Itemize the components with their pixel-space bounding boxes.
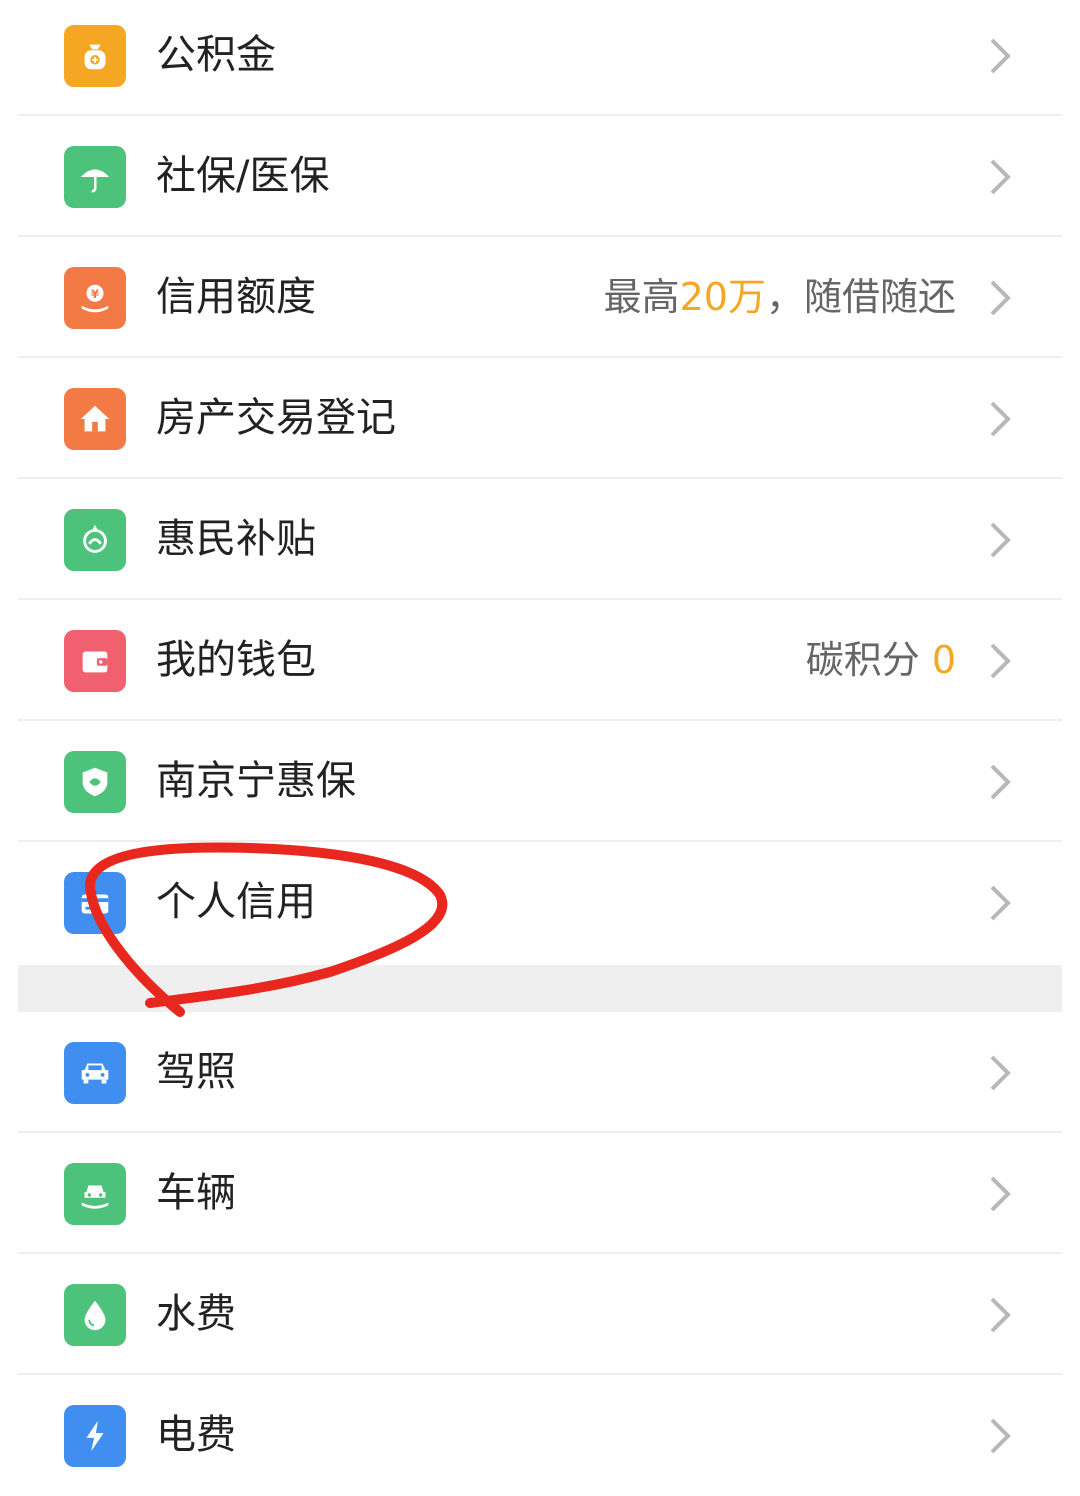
chevron-right-icon: [990, 1055, 1011, 1091]
row-driver-license[interactable]: 驾照: [0, 1012, 1080, 1133]
chevron-right-icon: [990, 1297, 1011, 1333]
umbrella-icon: [64, 146, 126, 208]
chevron-right-icon: [990, 885, 1011, 921]
extra-suffix: ，随借随还: [765, 275, 956, 319]
row-label: 南京宁惠保: [156, 758, 356, 804]
extra-prefix: 最高: [603, 275, 680, 319]
money-bag-icon: [64, 25, 126, 87]
yuan-hand-icon: ¥: [64, 267, 126, 329]
chevron-right-icon: [990, 764, 1011, 800]
row-wallet[interactable]: 我的钱包 碳积分 0: [0, 600, 1080, 721]
row-label: 信用额度: [156, 274, 316, 320]
row-label: 社保/医保: [156, 153, 330, 199]
row-label: 电费: [156, 1412, 236, 1458]
chevron-right-icon: [990, 401, 1011, 437]
chevron-right-icon: [990, 38, 1011, 74]
credit-card-icon: [64, 872, 126, 934]
carbon-points-info: 碳积分 0: [806, 636, 956, 684]
chevron-right-icon: [990, 643, 1011, 679]
row-label: 惠民补贴: [156, 516, 316, 562]
section-gap: [18, 965, 1062, 1012]
row-social-insurance[interactable]: 社保/医保: [0, 116, 1080, 237]
row-label: 公积金: [156, 32, 276, 78]
row-personal-credit[interactable]: 个人信用: [0, 842, 1080, 963]
water-drop-icon: [64, 1284, 126, 1346]
row-label: 水费: [156, 1291, 236, 1337]
vehicle-icon: [64, 1163, 126, 1225]
chevron-right-icon: [990, 159, 1011, 195]
carbon-points-value: 0: [931, 638, 956, 682]
row-water-bill[interactable]: 水费: [0, 1254, 1080, 1375]
row-vehicle[interactable]: 车辆: [0, 1133, 1080, 1254]
chevron-right-icon: [990, 1418, 1011, 1454]
chevron-right-icon: [990, 280, 1011, 316]
chevron-right-icon: [990, 1176, 1011, 1212]
row-label: 我的钱包: [156, 637, 316, 683]
row-label: 房产交易登记: [156, 395, 396, 441]
row-ninghuibao[interactable]: 南京宁惠保: [0, 721, 1080, 842]
subsidy-icon: [64, 509, 126, 571]
wallet-icon: [64, 630, 126, 692]
lightning-icon: [64, 1405, 126, 1467]
house-icon: [64, 388, 126, 450]
row-label: 车辆: [156, 1170, 236, 1216]
extra-highlight: 20万: [679, 275, 766, 319]
row-label: 个人信用: [156, 879, 316, 925]
row-electricity-bill[interactable]: 电费: [0, 1375, 1080, 1496]
extra-prefix: 碳积分: [805, 638, 932, 682]
car-icon: [64, 1042, 126, 1104]
row-subsidy[interactable]: 惠民补贴: [0, 479, 1080, 600]
chevron-right-icon: [990, 522, 1011, 558]
svg-text:¥: ¥: [91, 287, 99, 301]
row-property-registration[interactable]: 房产交易登记: [0, 358, 1080, 479]
shield-icon: [64, 751, 126, 813]
row-credit-limit[interactable]: ¥ 信用额度 最高20万，随借随还: [0, 237, 1080, 358]
credit-limit-info: 最高20万，随借随还: [604, 273, 956, 321]
row-housing-fund[interactable]: 公积金: [0, 0, 1080, 116]
row-label: 驾照: [156, 1049, 236, 1095]
